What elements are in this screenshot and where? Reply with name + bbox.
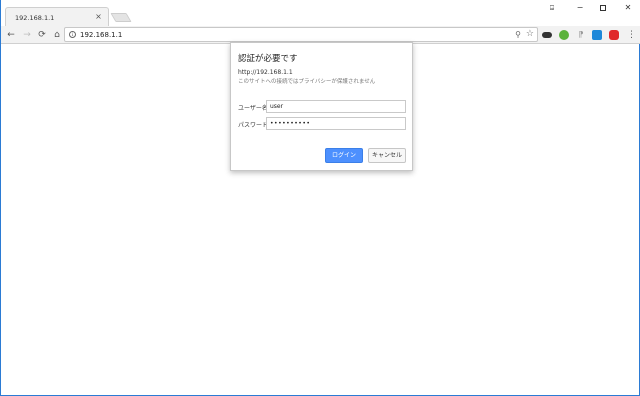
- browser-window: 192.168.1.1 × ⍈ − ✕ ← → ⟳ ⌂ i 192.168.1.…: [0, 0, 640, 396]
- dialog-url: http://192.168.1.1: [238, 69, 293, 76]
- password-label: パスワード: [238, 122, 269, 129]
- extension-blue-icon[interactable]: [592, 30, 602, 40]
- home-button[interactable]: ⌂: [51, 29, 63, 41]
- extension-glasses-icon[interactable]: [542, 32, 552, 38]
- profile-icon[interactable]: ⍈: [542, 2, 562, 14]
- forward-button[interactable]: →: [21, 29, 33, 41]
- bookmark-star-icon[interactable]: ☆: [526, 29, 534, 39]
- tab-title: 192.168.1.1: [15, 14, 55, 22]
- reload-button[interactable]: ⟳: [36, 29, 48, 41]
- close-window-button[interactable]: ✕: [618, 2, 638, 14]
- extension-green-icon[interactable]: [559, 30, 569, 40]
- tab-close-icon[interactable]: ×: [94, 12, 103, 21]
- minimize-button[interactable]: −: [570, 2, 590, 14]
- tab-192-168-1-1[interactable]: 192.168.1.1 ×: [5, 7, 109, 26]
- maximize-icon: [600, 5, 606, 11]
- extension-red-icon[interactable]: [609, 30, 619, 40]
- tab-strip: 192.168.1.1 × ⍈ − ✕: [1, 0, 640, 26]
- login-button[interactable]: ログイン: [325, 148, 363, 163]
- password-field[interactable]: ••••••••••: [266, 117, 406, 130]
- back-button[interactable]: ←: [5, 29, 17, 41]
- dialog-title: 認証が必要です: [238, 54, 298, 64]
- username-label: ユーザー名: [238, 105, 268, 112]
- privacy-note: このサイトへの接続ではプライバシーが保護されません: [238, 79, 376, 85]
- site-info-icon[interactable]: i: [69, 31, 76, 38]
- zoom-icon[interactable]: ⚲: [515, 30, 521, 39]
- url-text[interactable]: 192.168.1.1: [80, 31, 122, 39]
- extension-gray-icon[interactable]: ⁋: [576, 30, 586, 40]
- cancel-button[interactable]: キャンセル: [368, 148, 406, 163]
- username-field[interactable]: user: [266, 100, 406, 113]
- auth-dialog: 認証が必要です http://192.168.1.1 このサイトへの接続ではプラ…: [230, 42, 413, 171]
- browser-menu-icon[interactable]: ⋮: [627, 29, 636, 41]
- maximize-button[interactable]: [593, 2, 613, 14]
- address-bar[interactable]: i 192.168.1.1 ⚲ ☆: [64, 27, 538, 42]
- new-tab-button[interactable]: [110, 13, 132, 22]
